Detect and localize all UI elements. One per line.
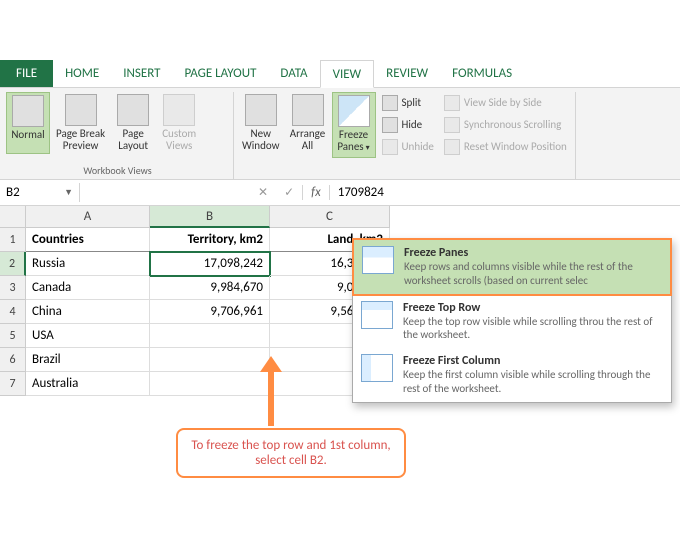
row-header[interactable]: 2	[0, 252, 26, 276]
cell[interactable]: 9,706,961	[150, 300, 270, 324]
normal-view-button[interactable]: Normal	[6, 92, 50, 154]
row-header[interactable]: 1	[0, 228, 26, 252]
freeze-first-column-icon	[361, 354, 393, 382]
tab-data[interactable]: DATA	[268, 60, 319, 87]
instruction-callout: To freeze the top row and 1st column, se…	[176, 428, 406, 478]
row-header[interactable]: 5	[0, 324, 26, 348]
tab-insert[interactable]: INSERT	[111, 60, 172, 87]
freeze-panes-dropdown: Freeze Panes Keep rows and columns visib…	[352, 238, 672, 403]
freeze-panes-icon	[338, 95, 370, 127]
new-window-icon	[245, 94, 277, 126]
ribbon-tabs: FILE HOME INSERT PAGE LAYOUT DATA VIEW R…	[0, 60, 680, 88]
chevron-down-icon: ▼	[64, 187, 73, 198]
cell[interactable]	[150, 324, 270, 348]
page-break-icon	[65, 94, 97, 126]
column-header-c[interactable]: C	[270, 206, 390, 228]
tab-review[interactable]: REVIEW	[374, 60, 440, 87]
formula-value[interactable]: 1709824	[330, 185, 392, 200]
ribbon: Normal Page Break Preview Page Layout Cu…	[0, 88, 680, 180]
fx-icon[interactable]: fx	[302, 185, 330, 200]
cell[interactable]: Countries	[26, 228, 150, 252]
workbook-views-group-label: Workbook Views	[2, 164, 233, 177]
row-header[interactable]: 3	[0, 276, 26, 300]
callout-arrow-shaft	[268, 366, 274, 426]
tab-home[interactable]: HOME	[53, 60, 111, 87]
hide-icon	[382, 117, 398, 133]
cell-selected[interactable]: 17,098,242	[150, 252, 270, 276]
cell[interactable]: Russia	[26, 252, 150, 276]
select-all-corner[interactable]	[0, 206, 26, 228]
tab-view[interactable]: VIEW	[320, 60, 375, 88]
split-button[interactable]: Split	[378, 92, 438, 114]
arrange-all-icon	[292, 94, 324, 126]
reset-window-position-button[interactable]: Reset Window Position	[440, 136, 571, 158]
cell[interactable]: USA	[26, 324, 150, 348]
row-header[interactable]: 7	[0, 372, 26, 396]
custom-views-button[interactable]: Custom Views	[157, 92, 201, 154]
cell[interactable]: China	[26, 300, 150, 324]
page-layout-button[interactable]: Page Layout	[111, 92, 155, 154]
sync-scrolling-button[interactable]: Synchronous Scrolling	[440, 114, 571, 136]
tab-file[interactable]: FILE	[0, 60, 53, 87]
tab-page-layout[interactable]: PAGE LAYOUT	[173, 60, 269, 87]
split-icon	[382, 95, 398, 111]
side-by-side-icon	[444, 95, 460, 111]
unhide-icon	[382, 139, 398, 155]
hide-button[interactable]: Hide	[378, 114, 438, 136]
custom-views-icon	[163, 94, 195, 126]
column-header-b[interactable]: B	[150, 206, 270, 228]
page-break-preview-button[interactable]: Page Break Preview	[52, 92, 109, 154]
cell[interactable]	[150, 372, 270, 396]
formula-bar: B2 ▼ ✕ ✓ fx 1709824	[0, 180, 680, 206]
sync-scroll-icon	[444, 117, 460, 133]
reset-position-icon	[444, 139, 460, 155]
tab-formulas[interactable]: FORMULAS	[440, 60, 524, 87]
freeze-panes-button[interactable]: Freeze Panes▾	[332, 92, 376, 158]
unhide-button[interactable]: Unhide	[378, 136, 438, 158]
freeze-top-row-icon	[361, 301, 393, 329]
view-side-by-side-button[interactable]: View Side by Side	[440, 92, 571, 114]
normal-view-icon	[12, 95, 44, 127]
cell[interactable]	[150, 348, 270, 372]
chevron-down-icon: ▾	[366, 143, 370, 153]
row-header[interactable]: 4	[0, 300, 26, 324]
cancel-formula-icon[interactable]: ✕	[250, 185, 276, 200]
freeze-top-row-option[interactable]: Freeze Top Row Keep the top row visible …	[353, 295, 671, 349]
freeze-first-column-option[interactable]: Freeze First Column Keep the first colum…	[353, 348, 671, 402]
row-header[interactable]: 6	[0, 348, 26, 372]
cell[interactable]: Australia	[26, 372, 150, 396]
freeze-panes-option[interactable]: Freeze Panes Keep rows and columns visib…	[352, 238, 672, 296]
cell[interactable]: 9,984,670	[150, 276, 270, 300]
freeze-panes-option-icon	[362, 246, 394, 274]
new-window-button[interactable]: New Window	[238, 92, 284, 158]
column-header-a[interactable]: A	[26, 206, 150, 228]
arrange-all-button[interactable]: Arrange All	[286, 92, 330, 158]
page-layout-icon	[117, 94, 149, 126]
enter-formula-icon[interactable]: ✓	[276, 185, 302, 200]
cell[interactable]: Canada	[26, 276, 150, 300]
cell[interactable]: Territory, km2	[150, 228, 270, 252]
name-box[interactable]: B2 ▼	[0, 183, 80, 202]
cell[interactable]: Brazil	[26, 348, 150, 372]
